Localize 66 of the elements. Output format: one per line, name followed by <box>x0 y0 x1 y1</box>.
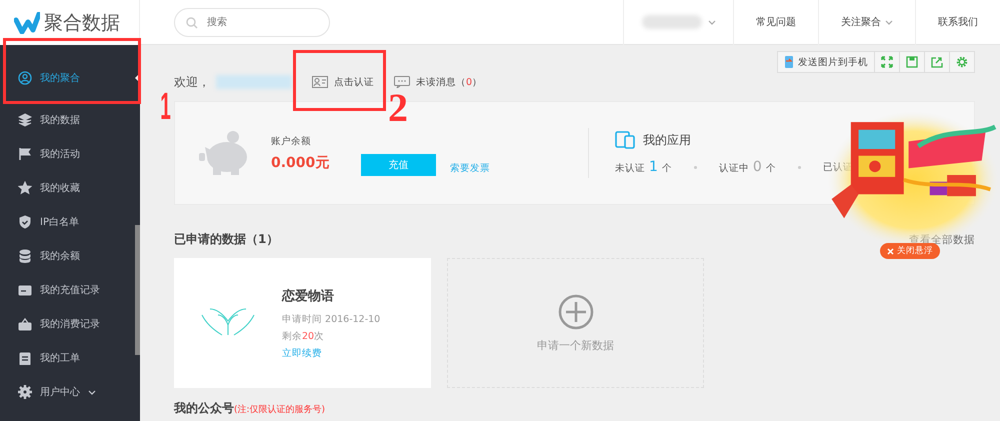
logo-text: 聚合数据 <box>44 10 120 36</box>
sidebar-item[interactable]: 我的充值记录 <box>0 273 134 307</box>
nav-label: 联系我们 <box>938 16 978 29</box>
scrollbar[interactable] <box>135 225 140 355</box>
id-card-icon <box>312 76 328 88</box>
stat-label: 认证中 <box>718 162 749 175</box>
nav-link[interactable]: 联系我们 <box>915 0 1000 44</box>
sidebar-item[interactable]: 我的消费记录 <box>0 307 134 341</box>
database-icon <box>18 249 32 263</box>
sidebar-item[interactable]: 用户中心 <box>0 375 134 409</box>
expand-icon <box>881 56 893 68</box>
sidebar-item[interactable]: 我的余额 <box>0 239 134 273</box>
sidebar-item[interactable]: 我的活动 <box>0 137 134 171</box>
phone-icon <box>784 55 794 69</box>
section-title: 我的公众号 <box>174 400 234 417</box>
settings-icon <box>956 56 968 68</box>
data-card[interactable]: 恋爱物语 申请时间 2016-12-10 剩余20次 立即续费 <box>174 258 431 388</box>
apps-title: 我的应用 <box>643 132 691 148</box>
devices-icon <box>615 131 635 149</box>
nav-label: 常见问题 <box>756 16 796 29</box>
search-field[interactable]: 搜索 <box>174 8 330 36</box>
logo-icon <box>14 12 40 34</box>
balance-amount: 0.000元 <box>271 154 330 172</box>
annotation-number: 2 <box>388 90 408 126</box>
verify-link[interactable]: 点击认证 <box>334 76 374 88</box>
remaining-count: 剩余20次 <box>282 330 326 342</box>
star-icon <box>18 181 32 195</box>
nav-link[interactable]: 关注聚合 <box>818 0 915 44</box>
flag-icon <box>18 147 32 161</box>
data-name-text: 恋爱物语 <box>282 288 335 304</box>
sidebar-item[interactable]: IP白名单 <box>0 205 134 239</box>
user-icon <box>18 71 32 85</box>
search-icon <box>186 16 198 28</box>
sidebar-item[interactable]: 我的工单 <box>0 341 134 375</box>
share-icon <box>931 56 943 68</box>
sidebar-item[interactable]: 我的数据 <box>0 103 134 137</box>
hands-heart-icon <box>202 308 254 336</box>
card-icon <box>18 283 32 297</box>
sidebar-item[interactable]: 我的收藏 <box>0 171 134 205</box>
stat-count: 0 <box>752 159 762 175</box>
welcome-text: 欢迎， <box>174 74 210 90</box>
stat-label: 未认证 <box>615 162 645 175</box>
layers-icon <box>18 113 32 127</box>
stat-count: 1 <box>649 159 658 175</box>
unread-messages-link[interactable]: 未读消息（0） <box>416 76 482 88</box>
shield-icon <box>18 215 32 229</box>
apply-date: 申请时间 2016-12-10 <box>282 312 380 326</box>
new-data-label: 申请一个新数据 <box>537 338 614 352</box>
balance-label: 账户余额 <box>271 134 312 148</box>
sidebar-item[interactable]: 我的聚合 <box>0 53 140 103</box>
annotation-number: 1 <box>160 86 171 129</box>
settings-icon <box>18 385 32 399</box>
stat-label: 已认证 <box>822 160 853 174</box>
nav-link[interactable]: 常见问题 <box>733 0 818 44</box>
note-text: (注:仅限认证的服务号) <box>234 404 326 416</box>
nav-label: 关注聚合 <box>841 16 881 29</box>
plus-icon <box>558 294 594 330</box>
stat-unit: 个 <box>662 162 672 175</box>
save-icon <box>906 56 918 68</box>
basket-icon <box>18 317 32 331</box>
message-icon <box>394 76 410 88</box>
close-icon <box>887 248 894 254</box>
section-title: 已申请的数据（1） <box>174 231 278 248</box>
clipboard-icon <box>18 351 32 365</box>
caret-icon <box>708 20 716 24</box>
stat-unit: 个 <box>766 162 776 175</box>
